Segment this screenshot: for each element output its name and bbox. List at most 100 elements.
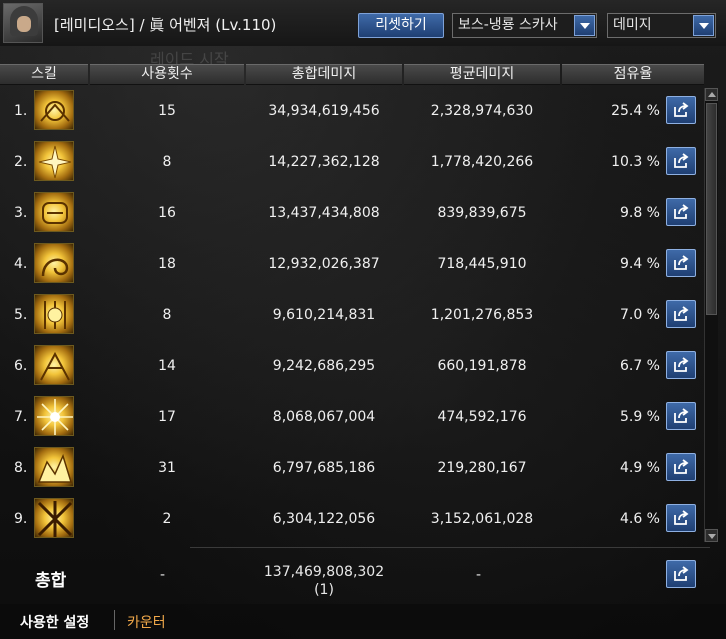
row-share-button[interactable] xyxy=(666,453,696,481)
total-damage: 12,932,026,387 xyxy=(268,256,380,272)
row-share-button[interactable] xyxy=(666,96,696,124)
table-row: 9. 2 6,304,122,056 3,152,061,028 4.6 % xyxy=(0,494,704,545)
average-damage: 660,191,878 xyxy=(437,358,527,374)
total-damage: 9,242,686,295 xyxy=(272,358,376,374)
total-damage: 6,304,122,056 xyxy=(272,511,376,527)
reset-button[interactable]: 리셋하기 xyxy=(358,13,444,38)
boss-select-value: 보스-냉룡 스카사 xyxy=(458,17,558,33)
skill-icon xyxy=(34,345,74,385)
share-icon xyxy=(674,408,689,423)
character-name: [레미디오스] / 眞 어벤져 (Lv.110) xyxy=(54,16,277,34)
share-percent: 25.4 % xyxy=(611,103,660,119)
share-icon xyxy=(674,357,689,372)
boss-select[interactable]: 보스-냉룡 스카사 xyxy=(452,13,597,38)
share-percent: 9.4 % xyxy=(619,256,660,272)
share-icon xyxy=(674,510,689,525)
share-icon xyxy=(674,102,689,117)
row-rank: 2. xyxy=(14,154,28,170)
share-icon xyxy=(674,566,689,581)
table-row: 8. 31 6,797,685,186 219,280,167 4.9 % xyxy=(0,443,704,494)
average-damage: 718,445,910 xyxy=(437,256,527,272)
share-icon xyxy=(674,459,689,474)
tab-used-settings[interactable]: 사용한 설정 xyxy=(20,612,89,632)
scroll-up-button[interactable] xyxy=(705,88,718,101)
table-row: 6. 14 9,242,686,295 660,191,878 6.7 % xyxy=(0,341,704,392)
average-damage: 2,328,974,630 xyxy=(430,103,534,119)
share-icon xyxy=(674,255,689,270)
total-damage: 34,934,619,456 xyxy=(268,103,380,119)
table-row: 4. 18 12,932,026,387 718,445,910 9.4 % xyxy=(0,239,704,290)
row-rank: 6. xyxy=(14,358,28,374)
row-rank: 4. xyxy=(14,256,28,272)
total-sum-value: 137,469,808,302 xyxy=(263,564,385,580)
average-damage: 3,152,061,028 xyxy=(430,511,534,527)
share-percent: 7.0 % xyxy=(619,307,660,323)
tab-counter[interactable]: 카운터 xyxy=(127,612,166,632)
row-rank: 7. xyxy=(14,409,28,425)
row-rank: 8. xyxy=(14,460,28,476)
skill-icon xyxy=(34,396,74,436)
use-count: 8 xyxy=(162,154,172,170)
table-row: 7. 17 8,068,067,004 474,592,176 5.9 % xyxy=(0,392,704,443)
table-row: 5. 8 9,610,214,831 1,201,276,853 7.0 % xyxy=(0,290,704,341)
use-count: 18 xyxy=(158,256,176,272)
bottom-tab-bar xyxy=(0,604,726,639)
average-damage: 1,778,420,266 xyxy=(430,154,534,170)
skill-icon xyxy=(34,141,74,181)
skill-icon xyxy=(34,498,74,538)
tab-separator xyxy=(114,610,115,630)
metric-select[interactable]: 데미지 xyxy=(607,13,716,38)
total-damage: 14,227,362,128 xyxy=(268,154,380,170)
column-header-share: 점유율 xyxy=(562,64,704,85)
metric-select-value: 데미지 xyxy=(613,17,652,33)
share-percent: 10.3 % xyxy=(611,154,660,170)
average-damage: 839,839,675 xyxy=(437,205,527,221)
row-share-button[interactable] xyxy=(666,300,696,328)
row-share-button[interactable] xyxy=(666,147,696,175)
use-count: 17 xyxy=(158,409,176,425)
row-rank: 5. xyxy=(14,307,28,323)
total-damage: 8,068,067,004 xyxy=(272,409,376,425)
total-share-button[interactable] xyxy=(666,560,696,588)
share-percent: 4.6 % xyxy=(619,511,660,527)
use-count: 2 xyxy=(162,511,172,527)
chevron-down-icon[interactable] xyxy=(693,15,714,36)
header-bar: [레미디오스] / 眞 어벤져 (Lv.110) 리셋하기 보스-냉룡 스카사 … xyxy=(0,0,726,46)
skill-icon xyxy=(34,447,74,487)
use-count: 16 xyxy=(158,205,176,221)
total-sum-sub: (1) xyxy=(314,582,334,598)
row-share-button[interactable] xyxy=(666,402,696,430)
use-count: 15 xyxy=(158,103,176,119)
row-share-button[interactable] xyxy=(666,249,696,277)
skill-icon xyxy=(34,90,74,130)
table-row: 2. 8 14,227,362,128 1,778,420,266 10.3 % xyxy=(0,137,704,188)
table-row: 3. 16 13,437,434,808 839,839,675 9.8 % xyxy=(0,188,704,239)
row-rank: 1. xyxy=(14,103,28,119)
total-damage: 13,437,434,808 xyxy=(268,205,380,221)
total-average: - xyxy=(476,567,482,583)
total-count: - xyxy=(160,567,166,583)
share-icon xyxy=(674,306,689,321)
row-share-button[interactable] xyxy=(666,504,696,532)
total-sum: 137,469,808,302 (1) xyxy=(246,563,402,599)
column-header-total: 총합데미지 xyxy=(246,64,402,85)
share-percent: 6.7 % xyxy=(619,358,660,374)
scroll-down-button[interactable] xyxy=(705,529,718,542)
skill-icon xyxy=(34,294,74,334)
scrollbar-thumb[interactable] xyxy=(706,103,717,315)
row-share-button[interactable] xyxy=(666,351,696,379)
average-damage: 219,280,167 xyxy=(437,460,527,476)
skill-icon xyxy=(34,243,74,283)
character-avatar xyxy=(3,3,43,43)
row-share-button[interactable] xyxy=(666,198,696,226)
share-percent: 4.9 % xyxy=(619,460,660,476)
column-header-average: 평균데미지 xyxy=(404,64,560,85)
column-header-skill: 스킬 xyxy=(0,64,88,85)
share-icon xyxy=(674,204,689,219)
total-damage: 9,610,214,831 xyxy=(272,307,376,323)
share-icon xyxy=(674,153,689,168)
share-percent: 5.9 % xyxy=(619,409,660,425)
skill-icon xyxy=(34,192,74,232)
chevron-down-icon[interactable] xyxy=(574,15,595,36)
column-header-count: 사용횟수 xyxy=(90,64,244,85)
